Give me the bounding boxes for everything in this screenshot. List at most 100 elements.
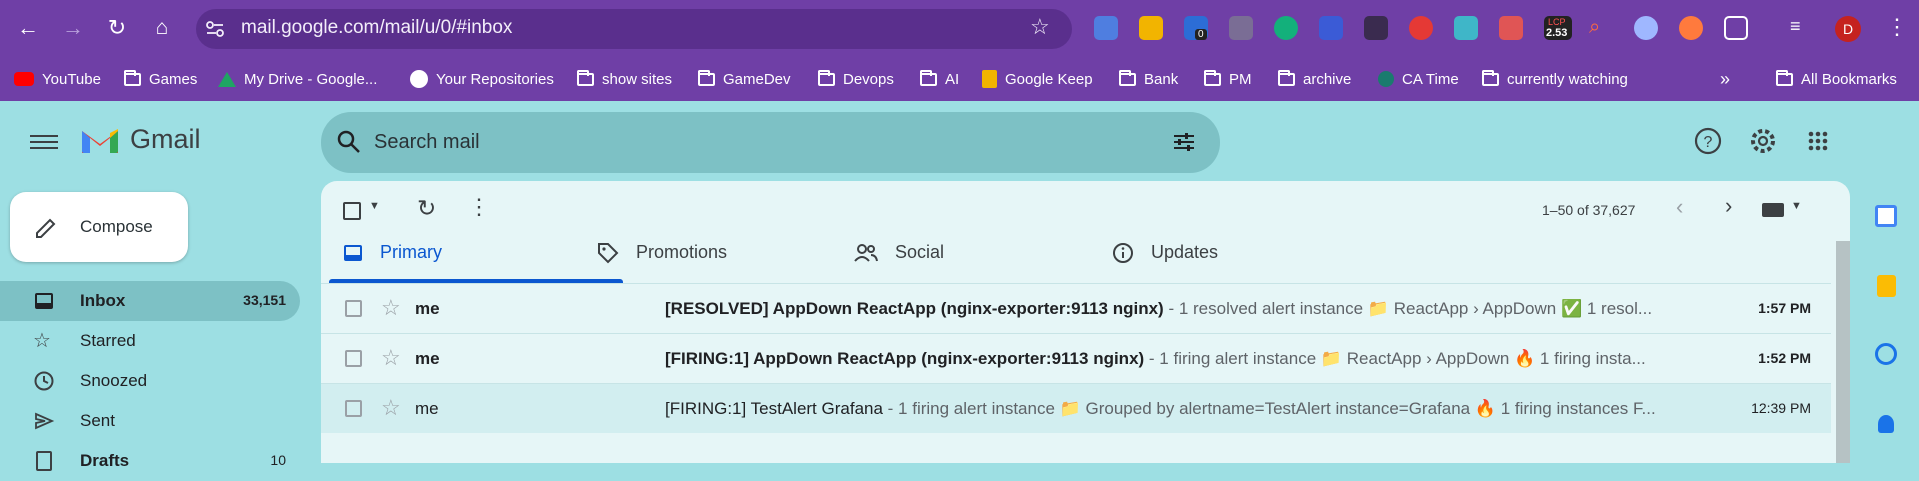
search-icon[interactable] [336,129,362,155]
bookmark-games[interactable]: Games [124,66,197,92]
nav-inbox[interactable]: Inbox 33,151 [0,281,300,321]
email-row[interactable]: ☆ me [RESOLVED] AppDown ReactApp (nginx-… [321,283,1831,333]
media-queue-icon[interactable]: ≡ [1790,16,1814,40]
nav-sent[interactable]: Sent [0,401,300,441]
more-actions-icon[interactable]: ⋮ [468,194,490,220]
email-row[interactable]: ☆ me [FIRING:1] TestAlert Grafana - 1 fi… [321,383,1831,433]
browser-menu-icon[interactable]: ⋮ [1886,14,1908,40]
back-icon[interactable]: ← [12,12,44,44]
lcp-value: 2.53 [1546,27,1568,39]
inbox-icon [344,244,362,261]
extension-icon[interactable] [1679,16,1703,40]
nav-starred[interactable]: ☆ Starred [0,321,300,361]
keep-extension-icon[interactable] [1139,16,1163,40]
bookmark-show-sites[interactable]: show sites [577,66,672,92]
reload-icon[interactable]: ↻ [101,12,133,44]
row-checkbox[interactable] [345,350,362,367]
bookmark-bank[interactable]: Bank [1119,66,1178,92]
all-bookmarks[interactable]: All Bookmarks [1776,66,1897,92]
bookmark-label: Bank [1144,70,1179,88]
bookmark-gamedev[interactable]: GameDev [698,66,791,92]
keyboard-icon[interactable] [1762,203,1784,217]
refresh-icon[interactable]: ↻ [417,195,436,222]
pencil-icon [36,218,56,238]
send-icon [35,412,55,430]
ublock-icon[interactable] [1499,16,1523,40]
profile-avatar[interactable]: D [1835,16,1861,42]
bookmark-label: Google Keep [1005,70,1093,88]
bookmark-devops[interactable]: Devops [818,66,894,92]
bookmark-currently-watching[interactable]: currently watching [1482,66,1628,92]
search-options-icon[interactable] [1172,130,1196,154]
contacts-icon[interactable] [1878,415,1894,433]
tab-label: Social [895,242,945,262]
email-time: 12:39 PM [1751,400,1811,416]
extensions-puzzle-icon[interactable] [1724,16,1748,40]
bookmark-ai[interactable]: AI [920,66,959,92]
search-input[interactable]: Search mail [374,131,480,154]
tab-promotions[interactable]: Promotions [597,221,727,284]
bookmark-star-icon[interactable]: ☆ [1030,14,1050,40]
grammarly-icon[interactable] [1274,16,1298,40]
home-icon[interactable]: ⌂ [146,12,178,44]
older-page-icon[interactable]: › [1725,193,1732,219]
email-summary: [RESOLVED] AppDown ReactApp (nginx-expor… [665,299,1715,319]
highlighter-icon[interactable] [1454,16,1478,40]
keep-icon[interactable] [1877,275,1896,297]
star-icon[interactable]: ☆ [381,395,401,421]
email-row[interactable]: ☆ me [FIRING:1] AppDown ReactApp (nginx-… [321,333,1831,383]
bookmark-google-keep[interactable]: Google Keep [982,66,1093,92]
search-extension-icon[interactable]: ⌕ [1589,16,1613,40]
row-checkbox[interactable] [345,400,362,417]
tasks-icon[interactable] [1875,343,1897,365]
input-tools-dropdown-icon[interactable]: ▼ [1791,200,1802,212]
nav-drafts[interactable]: Drafts 10 [0,441,300,481]
nav-label: Sent [80,411,115,430]
lcp-extension-icon[interactable]: LCP 2.53 [1544,16,1572,40]
tab-primary[interactable]: Primary [343,221,442,284]
nav-label: Inbox [80,291,126,310]
newer-page-icon[interactable]: ‹ [1676,194,1683,220]
star-icon[interactable]: ☆ [381,345,401,371]
settings-gear-icon[interactable] [1745,123,1781,159]
extension-icon[interactable] [1229,16,1253,40]
bookmark-ca-time[interactable]: CA Time [1378,66,1459,92]
bookmark-archive[interactable]: archive [1278,66,1351,92]
forward-icon[interactable]: → [57,12,89,44]
folder-icon [1204,69,1221,86]
bookmark-label: My Drive - Google... [244,70,378,88]
bookmark-pm[interactable]: PM [1204,66,1252,92]
select-all-checkbox[interactable] [343,202,361,220]
bookmark-repositories[interactable]: Your Repositories [410,66,554,92]
keep-icon [982,70,997,88]
tab-social[interactable]: Social [854,221,944,284]
bookmark-drive[interactable]: My Drive - Google... [218,66,377,92]
tab-updates[interactable]: Updates [1112,221,1218,284]
help-icon[interactable]: ? [1690,123,1726,159]
all-bookmarks-label: All Bookmarks [1801,70,1897,88]
site-settings-icon[interactable] [204,18,226,40]
compose-button[interactable]: Compose [10,192,188,262]
extension-badge-icon[interactable]: 0 [1184,16,1208,40]
inbox-icon [35,293,53,309]
bookmark-label: Devops [843,70,894,88]
translate-extension-icon[interactable] [1094,16,1118,40]
more-bookmarks-button[interactable]: » [1720,66,1730,92]
scrollbar[interactable] [1836,241,1850,463]
shield-extension-icon[interactable] [1319,16,1343,40]
blocker-icon[interactable] [1409,16,1433,40]
main-menu-icon[interactable] [30,131,58,151]
bookmark-youtube[interactable]: YouTube [14,66,101,92]
select-dropdown-icon[interactable]: ▼ [369,200,380,212]
star-icon[interactable]: ☆ [381,295,401,321]
tab-label: Updates [1151,242,1219,262]
nav-snoozed[interactable]: Snoozed [0,361,300,401]
url-text[interactable]: mail.google.com/mail/u/0/#inbox [241,17,512,39]
calendar-icon[interactable] [1875,205,1897,227]
eyedropper-icon[interactable] [1364,16,1388,40]
email-snippet: - 1 resolved alert instance 📁 ReactApp ›… [1163,299,1653,318]
info-icon [1113,242,1133,263]
lens-icon[interactable] [1634,16,1658,40]
row-checkbox[interactable] [345,300,362,317]
apps-grid-icon[interactable] [1800,123,1836,159]
